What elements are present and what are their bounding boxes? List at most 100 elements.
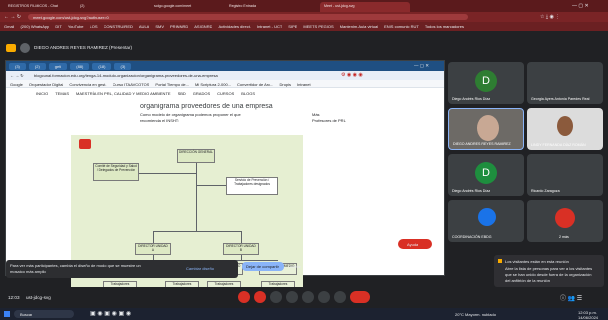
- bookmark-item[interactable]: Todos los marcadores: [425, 24, 464, 29]
- participant-tile[interactable]: Georgia Ayers Antonia Paredes Real: [527, 62, 603, 104]
- participant-tile[interactable]: D Diego Andrés Rios Díaz: [448, 62, 524, 104]
- bookmark-item[interactable]: Actividades direct.: [218, 24, 250, 29]
- more-participants-icon: [555, 208, 575, 228]
- inner-bookmark[interactable]: Google: [10, 82, 23, 87]
- sidebar-text: Más: [312, 112, 320, 117]
- leave-call-button[interactable]: [350, 291, 370, 303]
- browser-actions-icon[interactable]: ☆ ⤓ ◉ ⋮: [540, 14, 560, 20]
- inner-address-bar: ← → ↻ blogcunal.formacion.edu.org/tenga-…: [6, 71, 444, 80]
- outer-tab-4[interactable]: Registro Entrada: [225, 2, 295, 12]
- participant-tile-active[interactable]: DIEGO ANDRES REYES RAMIREZ: [448, 108, 524, 150]
- inner-bookmark[interactable]: Curso ITAAVCOTOS: [113, 82, 150, 87]
- bookmark-item[interactable]: (200) WhatsApp: [20, 24, 49, 29]
- inner-tab[interactable]: (88): [70, 63, 90, 70]
- connector: [153, 231, 241, 232]
- inner-bookmark[interactable]: Orquestador Digital: [29, 82, 63, 87]
- site-nav-item[interactable]: MAESTRÍA EN PRL, CALIDAD Y MEDIO AMBIENT…: [76, 91, 171, 99]
- outer-tab-label: Meet - ust-jdcg-svg: [324, 4, 355, 8]
- participant-tile[interactable]: 2 más: [527, 200, 603, 242]
- inner-bookmark[interactable]: Intranet: [297, 82, 311, 87]
- inner-extension-icon[interactable]: ⚙ ◉ ◉ ◉: [341, 72, 363, 78]
- connector: [153, 231, 154, 243]
- bookmark-item[interactable]: PRINNRD: [170, 24, 188, 29]
- outer-tab-strip: REGISTROS FILMICOS - Chat (2) solgo.goog…: [0, 0, 608, 12]
- participant-name: Diego Andrés Rios Díaz: [452, 97, 491, 101]
- inner-bookmark[interactable]: Convivencia en gest.: [69, 82, 106, 87]
- inner-bookmark[interactable]: Dropis: [279, 82, 291, 87]
- window-controls-icon[interactable]: — ▢ ✕: [572, 3, 589, 9]
- participant-video: [557, 116, 573, 136]
- outer-tab-3[interactable]: solgo.google.com/meet: [150, 2, 220, 12]
- taskbar-apps-icon[interactable]: ▣ ◉ ▣ ◉ ▣ ◉: [90, 310, 131, 317]
- meeting-tools-icon[interactable]: ⓘ 👥 ☰: [560, 293, 582, 302]
- bookmark-item[interactable]: Mantenim.Aula virtual: [340, 24, 378, 29]
- change-layout-button[interactable]: Cambiar diseño: [186, 266, 214, 271]
- site-nav-item[interactable]: BLOGS: [241, 91, 255, 99]
- nav-buttons-icon[interactable]: ← → ↻: [4, 14, 21, 20]
- inner-tab-strip: (3) (2) geti (88) (18) (3) — ▢ ✕: [6, 61, 444, 71]
- more-options-icon[interactable]: [334, 291, 346, 303]
- help-button[interactable]: Ayuda: [398, 239, 432, 249]
- article-text: Como modelo de organigrama podemos propo…: [140, 112, 241, 117]
- outer-tab-1[interactable]: REGISTROS FILMICOS - Chat: [4, 2, 74, 12]
- bookmark-item[interactable]: Gmail: [4, 24, 14, 29]
- outer-address-bar: ← → ↻ meet.google.com/ust-jdcg-svg?authu…: [0, 12, 608, 22]
- print-icon: [79, 139, 91, 149]
- inner-bookmark[interactable]: Convertidor de Arc...: [237, 82, 273, 87]
- participant-tile[interactable]: LINDY FERNANDA DÍAZ ROMÁN: [527, 108, 603, 150]
- stop-sharing-label: Dejar de compartir: [246, 264, 279, 269]
- bookmark-item[interactable]: SIPE: [288, 24, 297, 29]
- outer-tab-label: REGISTROS FILMICOS - Chat: [8, 4, 58, 8]
- bookmark-item[interactable]: LOS: [90, 24, 98, 29]
- org-box-director-b: DIRECTOR UNIDAD B: [223, 243, 259, 255]
- bookmark-item[interactable]: MEETS PEGIOS: [303, 24, 333, 29]
- participant-tile[interactable]: D Diego Andrés Rios Díaz: [448, 154, 524, 196]
- bookmark-item[interactable]: DIT: [55, 24, 61, 29]
- site-nav-item[interactable]: TEMAS: [55, 91, 69, 99]
- raise-hand-icon[interactable]: [318, 291, 330, 303]
- weather-status: 20°C Mayorm. nublado: [455, 312, 496, 317]
- outer-url-field[interactable]: meet.google.com/ust-jdcg-svg?authuser=0: [28, 14, 468, 20]
- sidebar-link[interactable]: Profesores de PRL: [312, 118, 346, 123]
- participant-tile[interactable]: Ricardo Zaragoza: [527, 154, 603, 196]
- inner-tab[interactable]: (2): [28, 63, 46, 70]
- participant-tile[interactable]: COORDINACIÓN EBDG: [448, 200, 524, 242]
- bookmark-item[interactable]: ENIS comunic RUT: [384, 24, 419, 29]
- bookmark-item[interactable]: YouTube: [68, 24, 84, 29]
- org-box-servicio: Servicio de Prevención / Trabajadores de…: [226, 177, 278, 195]
- inner-bookmark[interactable]: Portal Tiempo de...: [155, 82, 189, 87]
- site-nav-item[interactable]: CURSOS: [217, 91, 234, 99]
- taskbar-search[interactable]: Buscar: [14, 310, 74, 318]
- inner-tab[interactable]: geti: [48, 63, 68, 70]
- stop-sharing-button[interactable]: Dejar de compartir: [242, 262, 284, 271]
- captions-icon[interactable]: [270, 291, 282, 303]
- bookmark-item[interactable]: CONSTRUIRED: [104, 24, 133, 29]
- visitors-text: Abre la lista de personas para ver a los…: [505, 266, 593, 271]
- org-box-director-a: DIRECTOR UNIDAD A: [135, 243, 171, 255]
- emoji-icon[interactable]: [286, 291, 298, 303]
- inner-nav-icon[interactable]: ← → ↻: [10, 73, 24, 78]
- mic-off-icon[interactable]: [238, 291, 250, 303]
- inner-bookmark[interactable]: Mi Scriptura 2-000...: [195, 82, 231, 87]
- camera-off-icon[interactable]: [254, 291, 266, 303]
- participant-name: DIEGO ANDRES REYES RAMIREZ: [453, 142, 511, 146]
- site-nav-item[interactable]: SBD: [178, 91, 186, 99]
- site-nav-item[interactable]: GRADOS: [193, 91, 210, 99]
- bookmark-item[interactable]: ASIGNRD: [194, 24, 212, 29]
- windows-start-icon[interactable]: [4, 311, 10, 317]
- inner-tab[interactable]: (3): [114, 63, 132, 70]
- notification-text: Para ver más participantes, cambia el di…: [10, 263, 141, 268]
- inner-tab[interactable]: (3): [9, 63, 26, 70]
- site-nav-item[interactable]: INICIO: [36, 91, 48, 99]
- outer-tab-active[interactable]: Meet - ust-jdcg-svg: [320, 2, 410, 12]
- inner-tab[interactable]: (18): [92, 63, 112, 70]
- hide-link[interactable]: Ocultar: [288, 264, 301, 269]
- bookmark-item[interactable]: SMV: [155, 24, 164, 29]
- inner-url-text[interactable]: blogcunal.formacion.edu.org/tenga-14-mod…: [34, 73, 334, 78]
- presenter-title: DIEGO ANDRES REYES RAMIREZ (Presentar): [34, 45, 133, 50]
- bookmark-item[interactable]: AULA: [139, 24, 149, 29]
- bookmark-item[interactable]: Intranet - UCT: [257, 24, 282, 29]
- outer-tab-2[interactable]: (2): [76, 2, 116, 12]
- present-icon[interactable]: [302, 291, 314, 303]
- inner-window-controls-icon[interactable]: — ▢ ✕: [414, 63, 429, 69]
